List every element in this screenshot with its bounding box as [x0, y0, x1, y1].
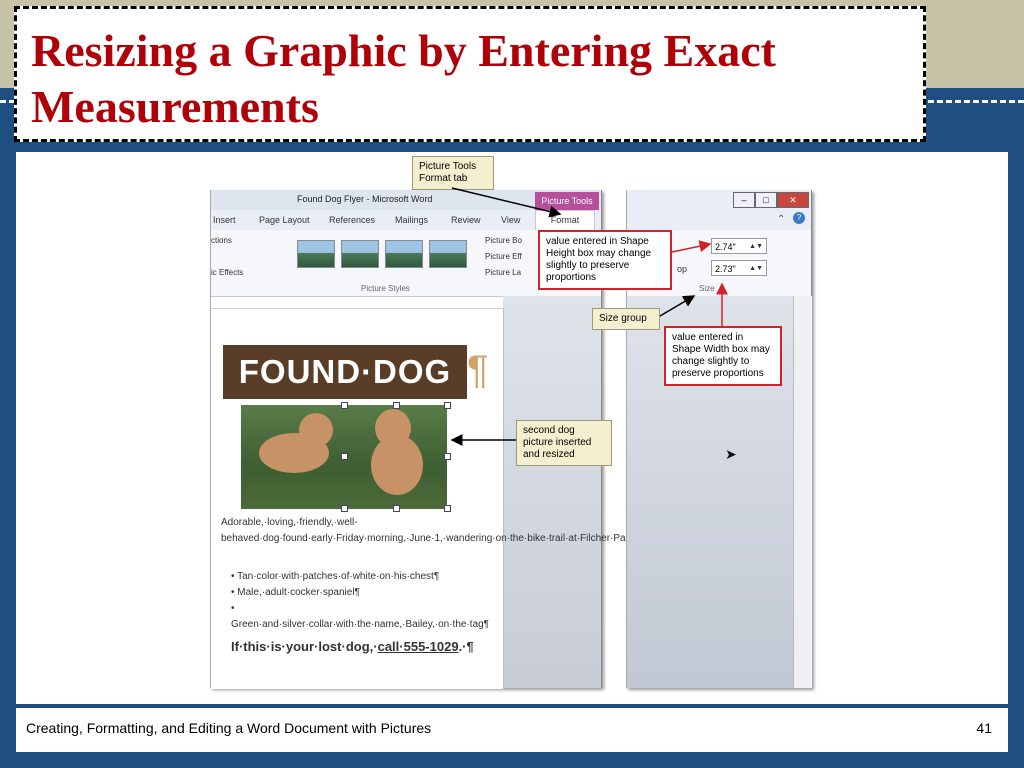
doc-background [503, 296, 601, 688]
mouse-pointer-icon: ➤ [725, 446, 737, 462]
resize-handle[interactable] [341, 453, 348, 460]
bullet-3[interactable]: • Green·and·silver·collar·with·the·name,… [231, 601, 491, 633]
ribbon-collapse-icon[interactable]: ⌃ [777, 214, 785, 225]
window-title: Found Dog Flyer - Microsoft Word [297, 194, 433, 204]
first-dog-image[interactable] [241, 405, 345, 509]
tab-format[interactable]: Format [535, 210, 595, 230]
slide-title: Resizing a Graphic by Entering Exact Meas… [31, 23, 776, 135]
resize-handle[interactable] [444, 453, 451, 460]
ribbon-left-2[interactable]: ic Effects [211, 268, 243, 277]
title-box: Resizing a Graphic by Entering Exact Meas… [14, 6, 926, 142]
resize-handle[interactable] [444, 505, 451, 512]
picture-style-1[interactable] [297, 240, 335, 268]
bullet-2[interactable]: • Male,·adult·cocker·spaniel¶ [231, 585, 491, 601]
tab-insert[interactable]: Insert [213, 215, 236, 225]
ribbon-tabs: Insert Page Layout References Mailings R… [211, 210, 601, 231]
ribbon-left-1[interactable]: ctions [211, 236, 232, 245]
picture-layout-button[interactable]: Picture La [485, 268, 521, 277]
tab-mailings[interactable]: Mailings [395, 215, 428, 225]
dog-head-2 [375, 409, 411, 447]
title-bar: Found Dog Flyer - Microsoft Word Picture… [211, 190, 601, 210]
resize-handle[interactable] [393, 402, 400, 409]
callout-second-dog: second dog picture inserted and resized [516, 420, 612, 466]
title-line-2: Measurements [31, 81, 319, 132]
footer-text: Creating, Formatting, and Editing a Word… [26, 720, 432, 736]
vertical-scrollbar[interactable] [793, 296, 812, 688]
tab-references[interactable]: References [329, 215, 375, 225]
picture-style-4[interactable] [429, 240, 467, 268]
cta-phone: call·555-1029 [377, 639, 459, 654]
picture-style-3[interactable] [385, 240, 423, 268]
tab-review[interactable]: Review [451, 215, 481, 225]
tab-page-layout[interactable]: Page Layout [259, 215, 310, 225]
callout-picture-tools: Picture Tools Format tab [412, 156, 494, 190]
document-page: FOUND·DOG ¶ Adorable,·loving,·friendly,·… [211, 308, 742, 689]
cta-prefix: If·this·is·your·lost·dog,· [231, 639, 378, 654]
bullet-1[interactable]: • Tan·color·with·patches·of·white·on·his… [231, 569, 491, 585]
right-title-bar: – □ ✕ ⌃ ? [627, 190, 811, 231]
picture-styles-label: Picture Styles [361, 284, 410, 293]
banner-text[interactable]: FOUND·DOG [223, 345, 467, 399]
maximize-icon[interactable]: □ [755, 192, 777, 208]
minimize-icon[interactable]: – [733, 192, 755, 208]
footer: Creating, Formatting, and Editing a Word… [16, 706, 1008, 752]
call-to-action[interactable]: If·this·is·your·lost·dog,·call·555-1029.… [231, 639, 474, 654]
title-line-1: Resizing a Graphic by Entering Exact [31, 25, 776, 76]
crop-label[interactable]: op [677, 264, 687, 274]
close-icon[interactable]: ✕ [777, 192, 809, 208]
page-number: 41 [976, 720, 992, 736]
spinner-icon[interactable]: ▲▼ [749, 261, 763, 277]
resize-handle[interactable] [444, 402, 451, 409]
help-icon[interactable]: ? [793, 212, 805, 224]
resize-handle[interactable] [341, 505, 348, 512]
resize-handle[interactable] [393, 505, 400, 512]
shape-width-value: 2.73" [715, 264, 736, 274]
tab-view[interactable]: View [501, 215, 520, 225]
shape-width-box[interactable]: 2.73" ▲▼ [711, 260, 767, 276]
shape-height-box[interactable]: 2.74" ▲▼ [711, 238, 767, 254]
dog-head-1 [299, 413, 333, 447]
pilcrow-mark: ¶ [467, 348, 489, 392]
cta-suffix: .·¶ [458, 639, 474, 654]
spinner-icon[interactable]: ▲▼ [749, 239, 763, 255]
picture-border-button[interactable]: Picture Bo [485, 236, 522, 245]
resize-handle[interactable] [341, 402, 348, 409]
callout-height: value entered in Shape Height box may ch… [538, 230, 672, 290]
callout-size-group: Size group [592, 308, 660, 330]
picture-tools-tab[interactable]: Picture Tools [535, 192, 599, 210]
callout-width: value entered in Shape Width box may cha… [664, 326, 782, 386]
body-paragraph[interactable]: Adorable,·loving,·friendly,·well-behaved… [221, 515, 742, 547]
shape-height-value: 2.74" [715, 242, 736, 252]
size-group-label: Size [699, 284, 715, 293]
picture-style-2[interactable] [341, 240, 379, 268]
picture-effects-button[interactable]: Picture Eff [485, 252, 522, 261]
second-dog-image[interactable] [345, 405, 447, 509]
